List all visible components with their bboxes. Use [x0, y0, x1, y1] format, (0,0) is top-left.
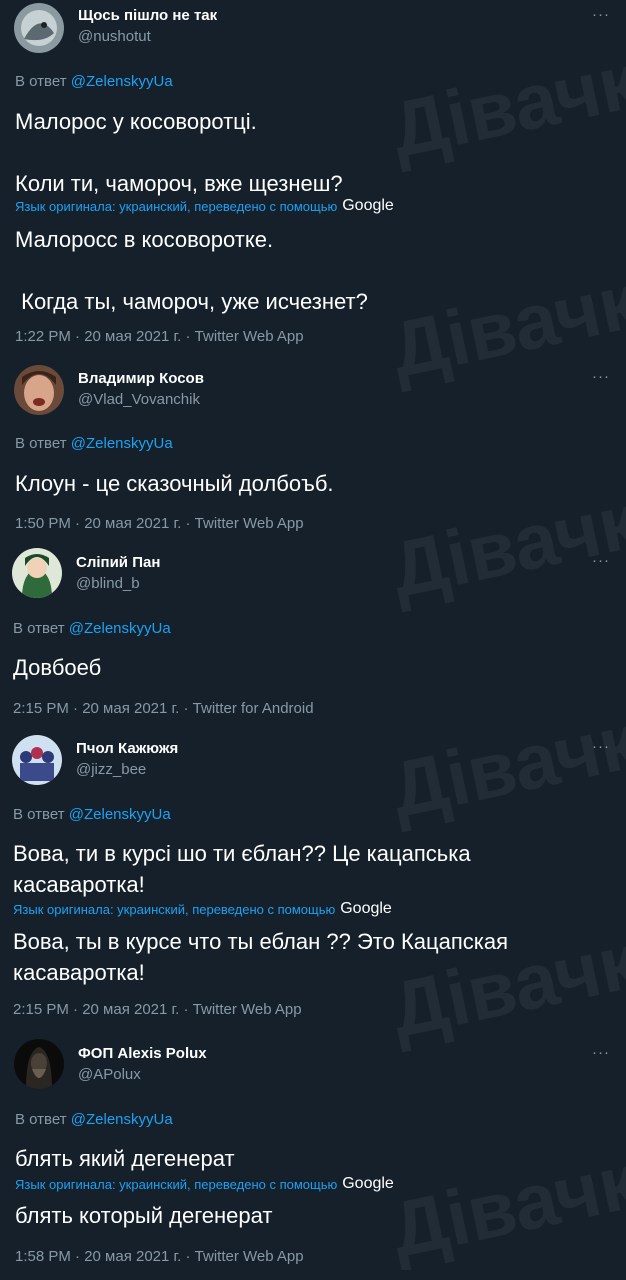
- reply-context: В ответ @ZelenskyyUa: [13, 806, 171, 823]
- tweet[interactable]: Пчол Кажюжя @jizz_bee ··· В ответ @Zelen…: [0, 722, 626, 1028]
- display-name[interactable]: Владимир Косов: [78, 370, 204, 387]
- avatar[interactable]: [14, 1039, 64, 1089]
- more-options-icon[interactable]: ···: [592, 1045, 610, 1060]
- reply-prefix: В ответ: [15, 1111, 67, 1128]
- mention-link[interactable]: @ZelenskyyUa: [69, 806, 171, 823]
- translation-label: Язык оригинала: украинский, переведено с…: [15, 198, 338, 214]
- display-name[interactable]: Щось пішло не так: [78, 7, 217, 24]
- avatar[interactable]: [14, 365, 64, 415]
- avatar[interactable]: [12, 735, 62, 785]
- avatar[interactable]: [14, 3, 64, 53]
- mention-link[interactable]: @ZelenskyyUa: [71, 435, 173, 452]
- google-logo: Google: [340, 900, 392, 917]
- reply-context: В ответ @ZelenskyyUa: [15, 73, 173, 90]
- mention-link[interactable]: @ZelenskyyUa: [71, 73, 173, 90]
- translated-text: блять который дегенерат: [15, 1203, 273, 1228]
- tweet-text: Малорос у косоворотці. Коли ти, чамороч,…: [15, 109, 343, 196]
- user-handle[interactable]: @jizz_bee: [76, 761, 146, 778]
- tweet[interactable]: Сліпий Пан @blind_b ··· В ответ @Zelensk…: [0, 538, 626, 722]
- translation-label: Язык оригинала: украинский, переведено с…: [15, 1176, 338, 1192]
- display-name[interactable]: Сліпий Пан: [76, 554, 160, 571]
- more-options-icon[interactable]: ···: [592, 553, 610, 568]
- tweet[interactable]: Щось пішло не так @nushotut ··· В ответ …: [0, 0, 626, 352]
- more-options-icon[interactable]: ···: [592, 739, 610, 754]
- display-name[interactable]: Пчол Кажюжя: [76, 740, 178, 757]
- display-name[interactable]: ФОП Alexis Polux: [78, 1045, 207, 1062]
- more-options-icon[interactable]: ···: [592, 7, 610, 22]
- reply-context: В ответ @ZelenskyyUa: [13, 620, 171, 637]
- tweet-text: блять який дегенерат: [15, 1146, 235, 1171]
- translation-notice: Язык оригинала: украинский, переведено с…: [15, 1175, 394, 1193]
- reply-prefix: В ответ: [15, 73, 67, 90]
- tweet-timestamp[interactable]: 1:50 PM · 20 мая 2021 г. · Twitter Web A…: [15, 515, 304, 532]
- mention-link[interactable]: @ZelenskyyUa: [71, 1111, 173, 1128]
- translation-label: Язык оригинала: украинский, переведено с…: [13, 901, 336, 917]
- mention-link[interactable]: @ZelenskyyUa: [69, 620, 171, 637]
- translation-notice: Язык оригинала: украинский, переведено с…: [13, 900, 392, 918]
- tweet-timestamp[interactable]: 1:22 PM · 20 мая 2021 г. · Twitter Web A…: [15, 328, 304, 345]
- reply-context: В ответ @ZelenskyyUa: [15, 1111, 173, 1128]
- tweet-text: Вова, ти в курсі шо ти єблан?? Це кацапс…: [13, 841, 471, 897]
- translation-notice: Язык оригинала: украинский, переведено с…: [15, 197, 394, 215]
- tweet-timestamp[interactable]: 1:58 PM · 20 мая 2021 г. · Twitter Web A…: [15, 1248, 304, 1265]
- tweet[interactable]: Владимир Косов @Vlad_Vovanchik ··· В отв…: [0, 352, 626, 538]
- tweet-timestamp[interactable]: 2:15 PM · 20 мая 2021 г. · Twitter for A…: [13, 700, 314, 717]
- user-handle[interactable]: @APolux: [78, 1066, 141, 1083]
- translated-text: Вова, ты в курсе что ты еблан ?? Это Кац…: [13, 929, 509, 985]
- tweet[interactable]: ФОП Alexis Polux @APolux ··· В ответ @Ze…: [0, 1028, 626, 1280]
- avatar[interactable]: [12, 548, 62, 598]
- reply-context: В ответ @ZelenskyyUa: [15, 435, 173, 452]
- user-handle[interactable]: @Vlad_Vovanchik: [78, 391, 200, 408]
- tweet-text: Клоун - це сказочный долбоъб.: [15, 471, 334, 496]
- reply-prefix: В ответ: [15, 435, 67, 452]
- more-options-icon[interactable]: ···: [592, 369, 610, 384]
- translated-text: Малоросс в косоворотке. Когда ты, чаморо…: [15, 227, 368, 314]
- reply-prefix: В ответ: [13, 620, 65, 637]
- user-handle[interactable]: @nushotut: [78, 28, 151, 45]
- google-logo: Google: [342, 1175, 394, 1192]
- reply-prefix: В ответ: [13, 806, 65, 823]
- google-logo: Google: [342, 197, 394, 214]
- tweet-timestamp[interactable]: 2:15 PM · 20 мая 2021 г. · Twitter Web A…: [13, 1001, 302, 1018]
- tweet-text: Довбоеб: [13, 655, 102, 680]
- user-handle[interactable]: @blind_b: [76, 575, 140, 592]
